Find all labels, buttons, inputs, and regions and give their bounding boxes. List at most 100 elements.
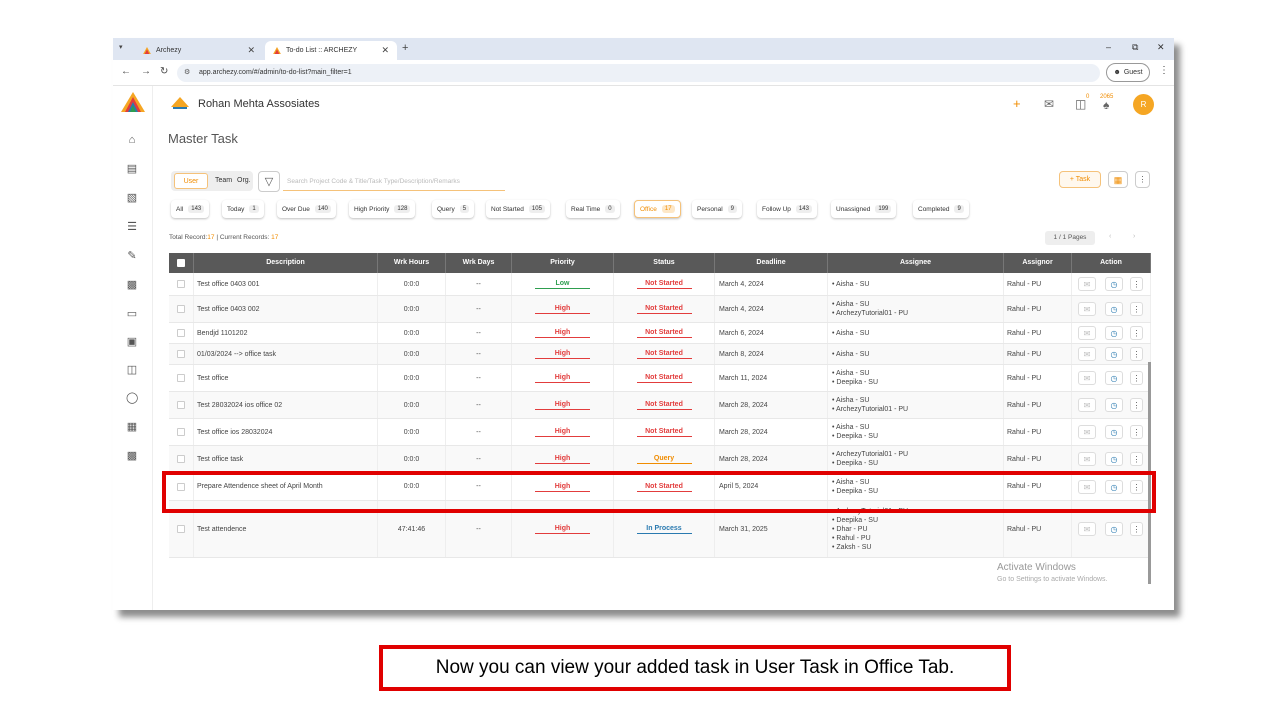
table-row[interactable]: Bendjd 1101202 0:0:0 -- High Not Started Marc… (169, 323, 1151, 344)
chip-follow-up[interactable]: Follow Up 143 (757, 200, 817, 218)
table-row[interactable]: Test office 0403 001 0:0:0 -- Low Not Starte… (169, 273, 1151, 296)
table-row[interactable]: Test 28032024 ios office 02 0:0:0 -- High No… (169, 392, 1151, 419)
chip-unassigned[interactable]: Unassigned 199 (831, 200, 897, 218)
header-assignor[interactable]: Assignor (1004, 253, 1072, 273)
task-icon[interactable]: ▤ (126, 163, 138, 175)
description-cell[interactable]: Bendjd 1101202 (194, 323, 378, 343)
clock-icon[interactable]: ◷ (1105, 425, 1123, 439)
back-icon[interactable]: ← (121, 66, 131, 77)
close-window-icon[interactable]: ✕ (1157, 42, 1165, 53)
bell-icon[interactable]: ♠ (1103, 98, 1109, 112)
note-icon[interactable]: ▭ (126, 308, 138, 320)
chat-icon[interactable]: ✉ (1078, 347, 1096, 361)
table-row[interactable]: Test office 0:0:0 -- High Not Started March 1… (169, 365, 1151, 392)
scope-user-tab[interactable]: User (174, 173, 208, 189)
site-info-icon[interactable]: ⚙ (184, 64, 190, 82)
chat-icon[interactable]: ✉ (1078, 326, 1096, 340)
quick-add-icon[interactable]: + (1013, 96, 1021, 111)
header-wrk-hours[interactable]: Wrk Hours (378, 253, 446, 273)
search-input[interactable]: Search Project Code & Title/Task Type/De… (283, 173, 505, 191)
close-tab-icon[interactable]: ✕ (381, 45, 389, 56)
chat-icon[interactable]: ✉ (1078, 371, 1096, 385)
chat-icon[interactable]: ✉ (1078, 398, 1096, 412)
more-icon[interactable]: ⋮ (1130, 326, 1143, 340)
chat-icon[interactable]: ✉ (1078, 522, 1096, 536)
header-status[interactable]: Status (614, 253, 715, 273)
table-view-icon[interactable]: ▦ (1108, 171, 1128, 188)
profile-button[interactable]: ☻ Guest (1106, 63, 1150, 82)
more-icon[interactable]: ⋮ (1130, 522, 1143, 536)
chip-completed[interactable]: Completed 9 (913, 200, 969, 218)
description-cell[interactable]: Test 28032024 ios office 02 (194, 392, 378, 418)
row-checkbox[interactable] (177, 525, 185, 533)
browser-tab-todo[interactable]: To-do List :: ARCHEZY ✕ (265, 41, 397, 60)
more-icon[interactable]: ⋮ (1130, 425, 1143, 439)
table-row[interactable]: 01/03/2024 --> office task 0:0:0 -- High Not… (169, 344, 1151, 365)
chat-icon[interactable]: ✉ (1078, 452, 1096, 466)
chip-real-time[interactable]: Real Time 0 (566, 200, 620, 218)
header-priority[interactable]: Priority (512, 253, 614, 273)
list-icon[interactable]: ☰ (126, 221, 138, 233)
minimize-icon[interactable]: – (1106, 42, 1111, 52)
chip-not-started[interactable]: Not Started 105 (486, 200, 550, 218)
row-checkbox[interactable] (177, 305, 185, 313)
url-field[interactable]: ⚙ app.archezy.com/#/admin/to-do-list?mai… (177, 64, 1100, 82)
clock-icon[interactable]: ◷ (1105, 452, 1123, 466)
row-checkbox[interactable] (177, 350, 185, 358)
browser-tab-archezy[interactable]: Archezy ✕ (135, 41, 263, 60)
chip-query[interactable]: Query 5 (432, 200, 475, 218)
edit-icon[interactable]: ✎ (126, 250, 138, 262)
chip-office[interactable]: Office 17 (634, 200, 681, 218)
more-icon[interactable]: ⋮ (1130, 347, 1143, 361)
table-row[interactable]: Test office ios 28032024 0:0:0 -- High Not S… (169, 419, 1151, 446)
description-cell[interactable]: Test office ios 28032024 (194, 419, 378, 445)
home-icon[interactable]: ⌂ (126, 134, 138, 146)
row-checkbox[interactable] (177, 329, 185, 337)
scope-org-tab[interactable]: Org. (237, 171, 251, 191)
clock-icon[interactable]: ◷ (1105, 371, 1123, 385)
more-icon[interactable]: ⋮ (1130, 452, 1143, 466)
scope-team-tab[interactable]: Team (215, 171, 232, 191)
more-options-icon[interactable]: ⋮ (1135, 171, 1150, 188)
chip-high-priority[interactable]: High Priority 128 (349, 200, 416, 218)
shield-icon[interactable]: ◯ (126, 392, 138, 404)
prev-page-icon[interactable]: ‹ (1109, 233, 1111, 240)
clock-icon[interactable]: ◷ (1105, 522, 1123, 536)
new-tab-icon[interactable]: + (402, 42, 408, 54)
tab-list-icon[interactable]: ▾ (119, 43, 123, 51)
header-description[interactable]: Description (194, 253, 378, 273)
close-tab-icon[interactable]: ✕ (247, 45, 255, 56)
chip-over-due[interactable]: Over Due 140 (277, 200, 336, 218)
report-icon[interactable]: ▩ (126, 279, 138, 291)
clock-icon[interactable]: ◷ (1105, 347, 1123, 361)
row-checkbox[interactable] (177, 401, 185, 409)
chip-all[interactable]: All 143 (171, 200, 210, 218)
description-cell[interactable]: Test office (194, 365, 378, 391)
avatar[interactable]: R (1133, 94, 1154, 115)
description-cell[interactable]: 01/03/2024 --> office task (194, 344, 378, 364)
chat-icon[interactable]: ✉ (1078, 425, 1096, 439)
clock-icon[interactable]: ◷ (1105, 326, 1123, 340)
row-checkbox[interactable] (177, 374, 185, 382)
table-row[interactable]: Test office 0403 002 0:0:0 -- High Not Start… (169, 296, 1151, 323)
browser-menu-icon[interactable]: ⋮ (1159, 65, 1169, 76)
bag-icon[interactable]: ▣ (126, 336, 138, 348)
reload-icon[interactable]: ↻ (160, 66, 168, 77)
filter-icon[interactable]: ▽ (258, 171, 280, 192)
more-icon[interactable]: ⋮ (1130, 371, 1143, 385)
next-page-icon[interactable]: › (1133, 233, 1135, 240)
more-icon[interactable]: ⋮ (1130, 302, 1143, 316)
row-checkbox[interactable] (177, 280, 185, 288)
doc-icon[interactable]: ▦ (126, 421, 138, 433)
description-cell[interactable]: Test office 0403 001 (194, 273, 378, 295)
description-cell[interactable]: Test office 0403 002 (194, 296, 378, 322)
add-task-button[interactable]: + Task (1059, 171, 1101, 188)
chat-icon[interactable]: ✉ (1078, 302, 1096, 316)
table-row[interactable]: Test office task 0:0:0 -- High Query March 28… (169, 446, 1151, 473)
row-checkbox[interactable] (177, 455, 185, 463)
chip-today[interactable]: Today 1 (222, 200, 264, 218)
clock-icon[interactable]: ◷ (1105, 398, 1123, 412)
clock-icon[interactable]: ◷ (1105, 277, 1123, 291)
header-assignee[interactable]: Assignee (828, 253, 1004, 273)
chat-icon[interactable]: ✉ (1078, 277, 1096, 291)
